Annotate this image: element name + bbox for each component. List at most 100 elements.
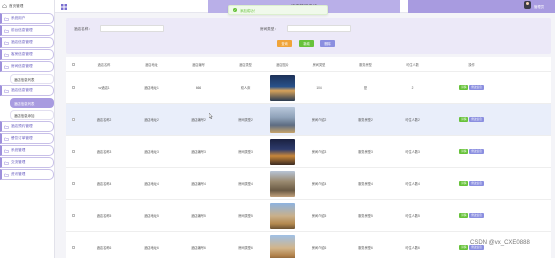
hotel-thumbnail[interactable] <box>270 138 295 165</box>
app: 首页管理 系统用户 前台信息管理 酒店信息管理 客房信息管理 房间信息管理 酒店信息列表酒… <box>0 0 555 258</box>
column-header: 服务房型 <box>359 62 372 67</box>
select-all-header[interactable] <box>66 62 80 66</box>
sidebar-item-label: 房间信息管理 <box>11 64 33 68</box>
edit-button[interactable]: 修改信息 <box>469 149 484 154</box>
name-search-input[interactable] <box>100 25 164 32</box>
cell-number: 酒店编号6 <box>191 246 206 250</box>
action-group: 详情 修改信息 <box>440 85 503 90</box>
cell-address: 酒店地址3 <box>144 150 159 154</box>
sidebar-home[interactable]: 首页管理 <box>0 0 54 12</box>
row-select <box>66 182 80 185</box>
row-select <box>66 150 80 153</box>
edit-button[interactable]: 修改信息 <box>469 213 484 218</box>
sidebar-group[interactable]: 酒店信息管理 <box>0 37 54 48</box>
detail-button[interactable]: 详情 <box>459 181 469 186</box>
edit-button[interactable]: 修改信息 <box>469 85 484 90</box>
sidebar-item-label: 资讯管理 <box>11 172 26 176</box>
sidebar-group[interactable]: 餐饮订单管理 <box>0 133 54 144</box>
row-actions: 详情 修改信息 <box>440 181 503 186</box>
hotel-thumbnail[interactable] <box>270 202 295 229</box>
cell-image <box>269 234 296 258</box>
detail-button[interactable]: 详情 <box>459 245 469 250</box>
cell-room: 房间介绍2 <box>311 118 327 122</box>
row-checkbox[interactable] <box>71 86 75 89</box>
column-header: 操作 <box>468 62 475 67</box>
sidebar-group[interactable]: 资讯管理 <box>0 169 54 180</box>
detail-button[interactable]: 详情 <box>459 149 469 154</box>
cell-name: 酒店名称2 <box>96 118 112 122</box>
sidebar-item-label: 餐饮订单管理 <box>11 136 33 140</box>
sidebar-item-label: 酒店信息管理 <box>11 40 33 44</box>
sidebar-item-label: 酒店信息列表 <box>14 101 35 106</box>
cell-service: 服务房型4 <box>358 182 373 186</box>
sidebar-subitem[interactable]: 酒店信息列表 <box>10 74 54 84</box>
sidebar-group[interactable]: 酒店预约管理 <box>0 121 54 132</box>
cell-name: 酒店名称6 <box>96 246 112 250</box>
hotel-thumbnail[interactable] <box>270 170 295 197</box>
folder-icon <box>4 29 9 33</box>
folder-icon <box>4 89 9 93</box>
sidebar-group[interactable]: 酒店信息管理 <box>0 85 54 96</box>
sidebar-item-label: 酒店信息管理 <box>11 88 33 92</box>
cell-service: 服务房型6 <box>358 246 373 250</box>
sidebar-group[interactable]: 系统用户 <box>0 13 54 24</box>
table-header: 酒店名称 酒店地址 酒店编号 酒店类型 酒店图片 房间类型 服务房型 可住人数 操作 <box>66 57 551 72</box>
row-checkbox[interactable] <box>71 150 75 153</box>
type-search-input[interactable] <box>287 25 351 32</box>
row-checkbox[interactable] <box>71 118 75 121</box>
table-row[interactable]: 酒店名称5 酒店地址5 酒店编号5 房间类型5 房间介绍5 服务房型5 可住人数5 详情 修改信… <box>66 200 551 232</box>
cell-image <box>269 74 296 101</box>
search-panel: 酒店名称： 房间类型： 查询 新增 删除 <box>66 18 551 54</box>
table-row[interactable]: 酒店名称2 酒店地址2 酒店编号2 房间类型2 房间介绍2 服务房型2 可住人数2 详情 修改信… <box>66 104 551 136</box>
sidebar-group[interactable]: 交流管理 <box>0 157 54 168</box>
detail-button[interactable]: 详情 <box>459 117 469 122</box>
row-checkbox[interactable] <box>71 182 75 185</box>
user-menu[interactable]: 管理员 <box>408 0 555 13</box>
add-button[interactable]: 新增 <box>299 40 314 47</box>
sidebar-group[interactable]: 系统管理 <box>0 145 54 156</box>
edit-button[interactable]: 修改信息 <box>469 117 484 122</box>
check-icon: ✓ <box>233 8 237 12</box>
cell-type: 双人床 <box>240 86 251 90</box>
edit-button[interactable]: 修改信息 <box>469 181 484 186</box>
sidebar-group[interactable]: 房间信息管理 <box>0 61 54 72</box>
table-row[interactable]: 酒店名称3 酒店地址3 酒店编号3 房间类型3 房间介绍3 服务房型3 可住人数3 详情 修改信… <box>66 136 551 168</box>
cell-room: 房间介绍6 <box>311 246 327 250</box>
cell-image <box>269 138 296 165</box>
delete-button[interactable]: 删除 <box>320 40 335 47</box>
cell-name: 酒店名称4 <box>96 182 112 186</box>
row-select <box>66 246 80 249</box>
hotel-thumbnail[interactable] <box>270 234 295 258</box>
hotel-thumbnail[interactable] <box>270 74 295 101</box>
row-checkbox[interactable] <box>71 214 75 217</box>
sidebar-group[interactable]: 客房信息管理 <box>0 49 54 60</box>
sidebar-group[interactable]: 前台信息管理 <box>0 25 54 36</box>
folder-icon <box>4 65 9 69</box>
cell-number: 酒店编号2 <box>191 118 206 122</box>
cell-address: 酒店地址2 <box>144 118 159 122</box>
success-toast: ✓ 添加成功！ <box>228 5 328 15</box>
cell-address: 酒店地址1 <box>144 86 159 90</box>
detail-button[interactable]: 详情 <box>459 85 469 90</box>
table-row[interactable]: vv酒店1 酒店地址1 666 双人床 104 是 2 详情 修改信息 <box>66 72 551 104</box>
cell-room: 104 <box>316 85 322 90</box>
cell-room: 房间介绍5 <box>311 214 327 218</box>
hotel-thumbnail[interactable] <box>270 106 295 133</box>
avatar[interactable] <box>524 1 531 9</box>
sidebar-subitem[interactable]: 酒店信息列表 <box>10 98 54 108</box>
sidebar-item-label: 交流管理 <box>11 160 26 164</box>
select-all-checkbox[interactable] <box>71 62 75 66</box>
cell-people: 2 <box>411 85 414 90</box>
column-header: 酒店图片 <box>276 62 289 67</box>
search-button[interactable]: 查询 <box>277 40 292 47</box>
table-row[interactable]: 酒店名称4 酒店地址4 酒店编号4 房间类型4 房间介绍4 服务房型4 可住人数4 详情 修改信… <box>66 168 551 200</box>
detail-button[interactable]: 详情 <box>459 213 469 218</box>
column-header: 酒店类型 <box>239 62 252 67</box>
main-content: 酒店名称： 房间类型： 查询 新增 删除 酒店名称 酒店地址 酒店编号 酒店类型 酒店图… <box>66 18 551 258</box>
cell-type: 房间类型3 <box>238 150 253 154</box>
sidebar-subitem[interactable]: 酒店信息添加 <box>10 110 54 120</box>
row-checkbox[interactable] <box>71 246 75 249</box>
menu-grid-icon[interactable] <box>61 4 67 10</box>
cell-address: 酒店地址6 <box>144 246 159 250</box>
action-group: 详情 修改信息 <box>440 181 503 186</box>
